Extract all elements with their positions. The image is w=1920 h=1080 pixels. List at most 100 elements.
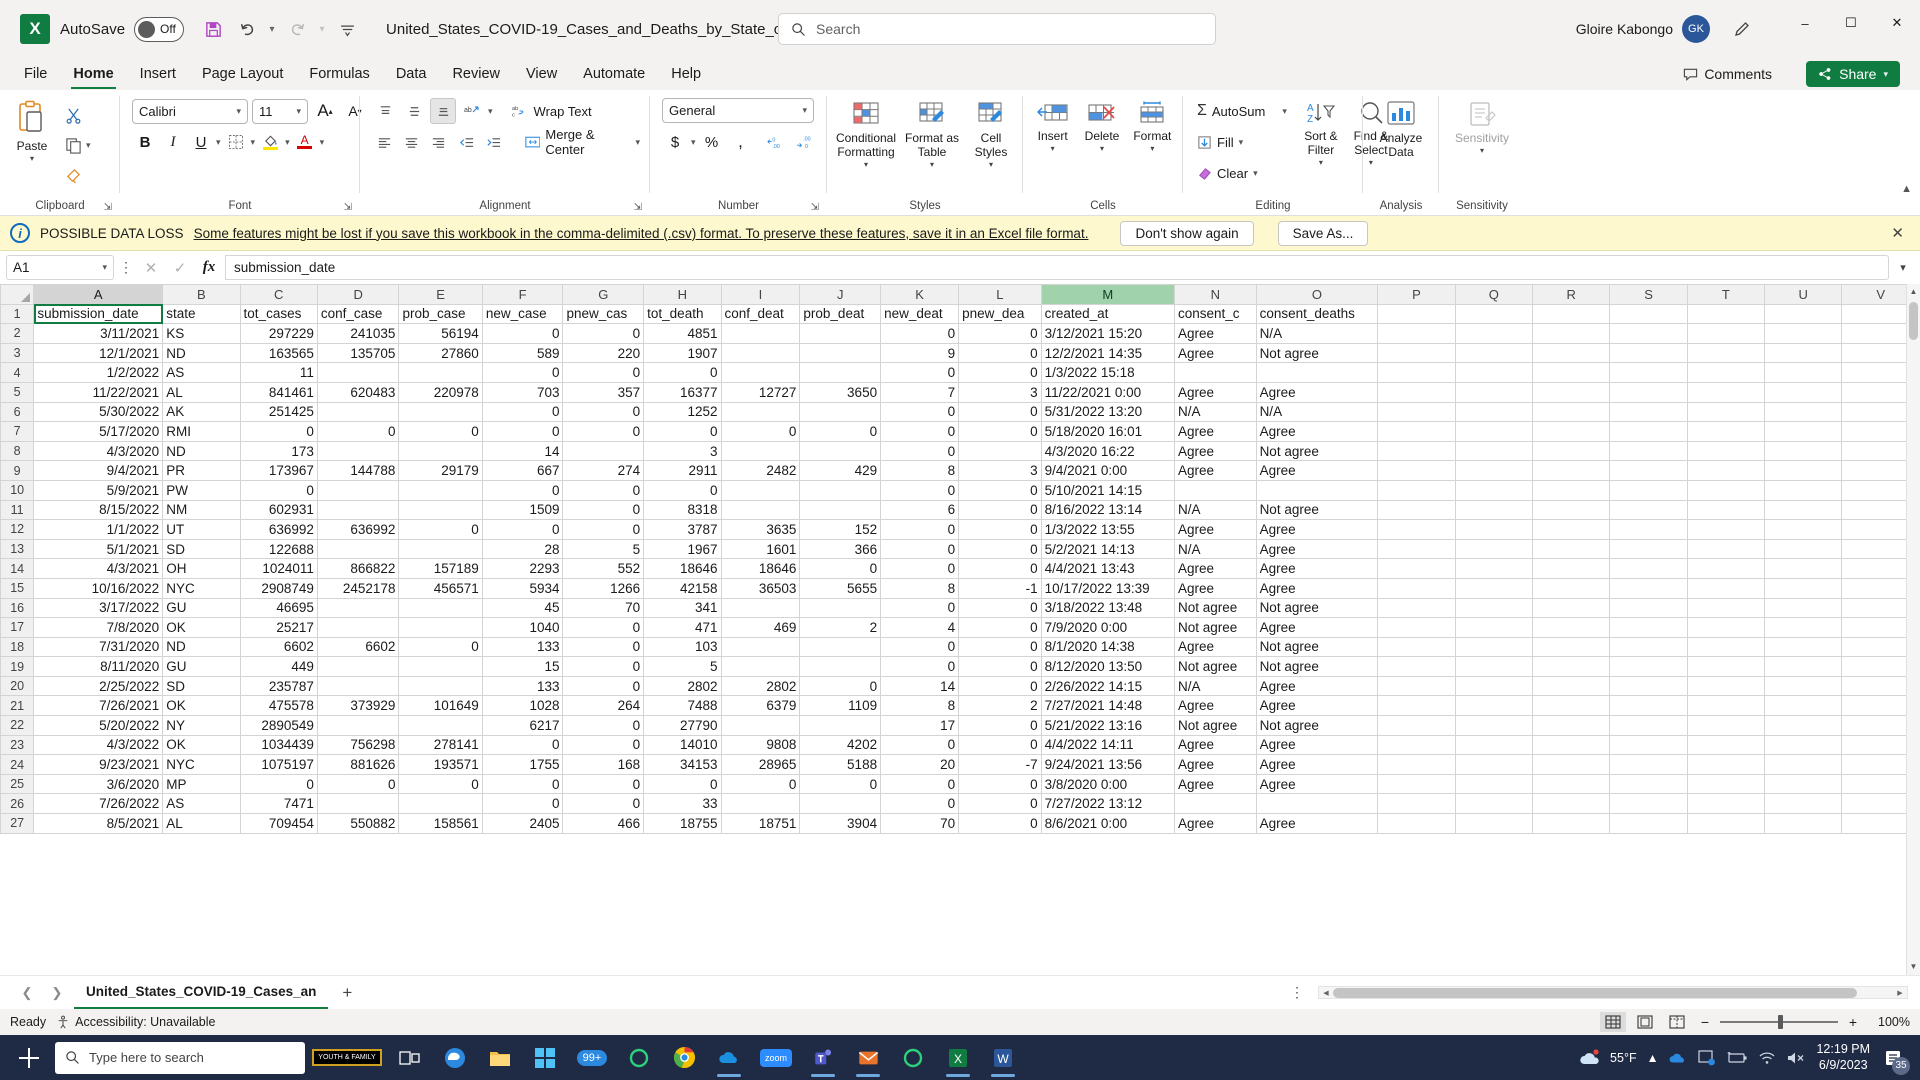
cell-G25[interactable]: 0 xyxy=(562,773,645,795)
cell-Q5[interactable] xyxy=(1454,381,1534,403)
cell-F27[interactable]: 2405 xyxy=(481,813,564,834)
table-row[interactable]: 16 3/17/2022 GU 46695 45 70 341 0 0 3/18/2022 13:… xyxy=(0,597,1920,619)
cell-D20[interactable] xyxy=(316,675,400,697)
cell-L14[interactable]: 0 xyxy=(958,558,1042,579)
cell-P22[interactable] xyxy=(1377,715,1456,736)
cell-S18[interactable] xyxy=(1609,636,1688,658)
cell-O1[interactable]: consent_deaths xyxy=(1255,303,1379,325)
cell-C6[interactable]: 251425 xyxy=(239,401,318,423)
cell-R11[interactable] xyxy=(1532,499,1611,521)
cell-M19[interactable]: 8/12/2020 13:50 xyxy=(1040,656,1176,677)
cell-D10[interactable] xyxy=(316,479,400,501)
cell-F10[interactable]: 0 xyxy=(481,479,564,501)
cell-L10[interactable]: 0 xyxy=(958,479,1042,501)
cell-Q2[interactable] xyxy=(1454,323,1534,344)
table-row[interactable]: 2 3/11/2021 KS 297229 241035 56194 0 0 4851 0 0 3/1… xyxy=(0,323,1920,344)
cell-E8[interactable] xyxy=(398,440,483,462)
zoom-slider-knob[interactable] xyxy=(1778,1015,1783,1029)
cell-P8[interactable] xyxy=(1377,440,1456,462)
cell-D8[interactable] xyxy=(316,440,400,462)
cell-styles-button[interactable]: Cell Styles ▾ xyxy=(965,98,1017,169)
name-box[interactable]: A1 ▾ xyxy=(6,255,114,280)
cell-N12[interactable]: Agree xyxy=(1174,519,1257,540)
taskbar-edge-icon[interactable] xyxy=(434,1038,476,1078)
cell-S22[interactable] xyxy=(1609,715,1688,736)
cell-H8[interactable]: 3 xyxy=(643,440,722,462)
cell-A25[interactable]: 3/6/2020 xyxy=(33,773,164,795)
cell-P11[interactable] xyxy=(1377,499,1456,521)
paste-dropdown-icon[interactable]: ▾ xyxy=(30,154,34,163)
cell-B18[interactable]: ND xyxy=(162,636,241,658)
cell-C22[interactable]: 2890549 xyxy=(239,715,318,736)
cell-D2[interactable]: 241035 xyxy=(316,323,400,344)
cell-I20[interactable]: 2802 xyxy=(720,675,801,697)
cell-P7[interactable] xyxy=(1377,421,1456,442)
cell-A22[interactable]: 5/20/2022 xyxy=(33,715,164,736)
cell-A21[interactable]: 7/26/2021 xyxy=(33,695,164,717)
cell-R13[interactable] xyxy=(1532,538,1611,560)
cell-B1[interactable]: state xyxy=(162,303,241,325)
cell-R15[interactable] xyxy=(1532,577,1611,599)
cell-Q13[interactable] xyxy=(1454,538,1534,560)
font-color-dropdown-icon[interactable]: ▾ xyxy=(320,137,325,148)
cell-H17[interactable]: 471 xyxy=(643,617,722,638)
row-header-2[interactable]: 2 xyxy=(0,323,35,344)
cell-M13[interactable]: 5/2/2021 14:13 xyxy=(1040,538,1176,560)
column-header-B[interactable]: B xyxy=(162,284,241,305)
cell-L4[interactable]: 0 xyxy=(958,362,1042,383)
zoom-in-button[interactable]: + xyxy=(1844,1014,1862,1030)
taskbar-task-view-icon[interactable] xyxy=(389,1038,431,1078)
font-dialog-launcher[interactable]: ⇲ xyxy=(344,199,352,217)
cell-E13[interactable] xyxy=(398,538,483,560)
cell-U17[interactable] xyxy=(1764,617,1843,638)
sort-filter-button[interactable]: AZ Sort & Filter ▾ xyxy=(1297,98,1345,167)
cell-A5[interactable]: 11/22/2021 xyxy=(33,381,164,403)
cell-R20[interactable] xyxy=(1532,675,1611,697)
cell-R24[interactable] xyxy=(1532,754,1611,775)
cell-U11[interactable] xyxy=(1764,499,1843,521)
cell-F14[interactable]: 2293 xyxy=(481,558,564,579)
cell-Q1[interactable] xyxy=(1454,303,1534,325)
cell-A14[interactable]: 4/3/2021 xyxy=(33,558,164,579)
cell-A6[interactable]: 5/30/2022 xyxy=(33,401,164,423)
comma-style-icon[interactable]: , xyxy=(728,129,754,155)
cell-U26[interactable] xyxy=(1764,793,1843,815)
cell-G13[interactable]: 5 xyxy=(562,538,645,560)
cell-I14[interactable]: 18646 xyxy=(720,558,801,579)
cell-P15[interactable] xyxy=(1377,577,1456,599)
cell-B12[interactable]: UT xyxy=(162,519,241,540)
cell-L7[interactable]: 0 xyxy=(958,421,1042,442)
merge-center-dropdown-icon[interactable]: ▾ xyxy=(635,137,640,148)
cell-E10[interactable] xyxy=(398,479,483,501)
table-row[interactable]: 11 8/15/2022 NM 602931 1509 0 8318 6 0 8/16/2022 … xyxy=(0,499,1920,521)
delete-cells-button[interactable]: Delete ▾ xyxy=(1078,98,1125,153)
cell-I17[interactable]: 469 xyxy=(720,617,801,638)
next-sheet-icon[interactable]: ❯ xyxy=(44,980,70,1006)
cell-D17[interactable] xyxy=(316,617,400,638)
cell-H7[interactable]: 0 xyxy=(643,421,722,442)
cell-T2[interactable] xyxy=(1686,323,1766,344)
table-row[interactable]: 6 5/30/2022 AK 251425 0 0 1252 0 0 5/31/2022 13:2… xyxy=(0,401,1920,423)
cell-K17[interactable]: 4 xyxy=(880,617,960,638)
cell-I21[interactable]: 6379 xyxy=(720,695,801,717)
cell-T4[interactable] xyxy=(1686,362,1766,383)
cell-B25[interactable]: MP xyxy=(162,773,241,795)
cell-S16[interactable] xyxy=(1609,597,1688,619)
cell-I18[interactable] xyxy=(720,636,801,658)
function-icon[interactable]: fx xyxy=(196,255,222,280)
row-header-1[interactable]: 1 xyxy=(0,303,35,325)
cell-O22[interactable]: Not agree xyxy=(1255,715,1379,736)
table-row[interactable]: 10 5/9/2021 PW 0 0 0 0 0 0 5/10/2021 14:15 xyxy=(0,479,1920,501)
align-middle-icon[interactable] xyxy=(401,98,427,124)
increase-font-size-icon[interactable]: A ▴ xyxy=(312,98,338,124)
cell-O27[interactable]: Agree xyxy=(1255,813,1379,834)
cell-Q18[interactable] xyxy=(1454,636,1534,658)
cell-R10[interactable] xyxy=(1532,479,1611,501)
borders-icon[interactable] xyxy=(223,129,249,155)
cell-L1[interactable]: pnew_dea xyxy=(958,303,1042,325)
cell-C19[interactable]: 449 xyxy=(239,656,318,677)
cell-J24[interactable]: 5188 xyxy=(799,754,882,775)
cell-Q27[interactable] xyxy=(1454,813,1534,834)
cell-J25[interactable]: 0 xyxy=(799,773,882,795)
cell-B16[interactable]: GU xyxy=(162,597,241,619)
